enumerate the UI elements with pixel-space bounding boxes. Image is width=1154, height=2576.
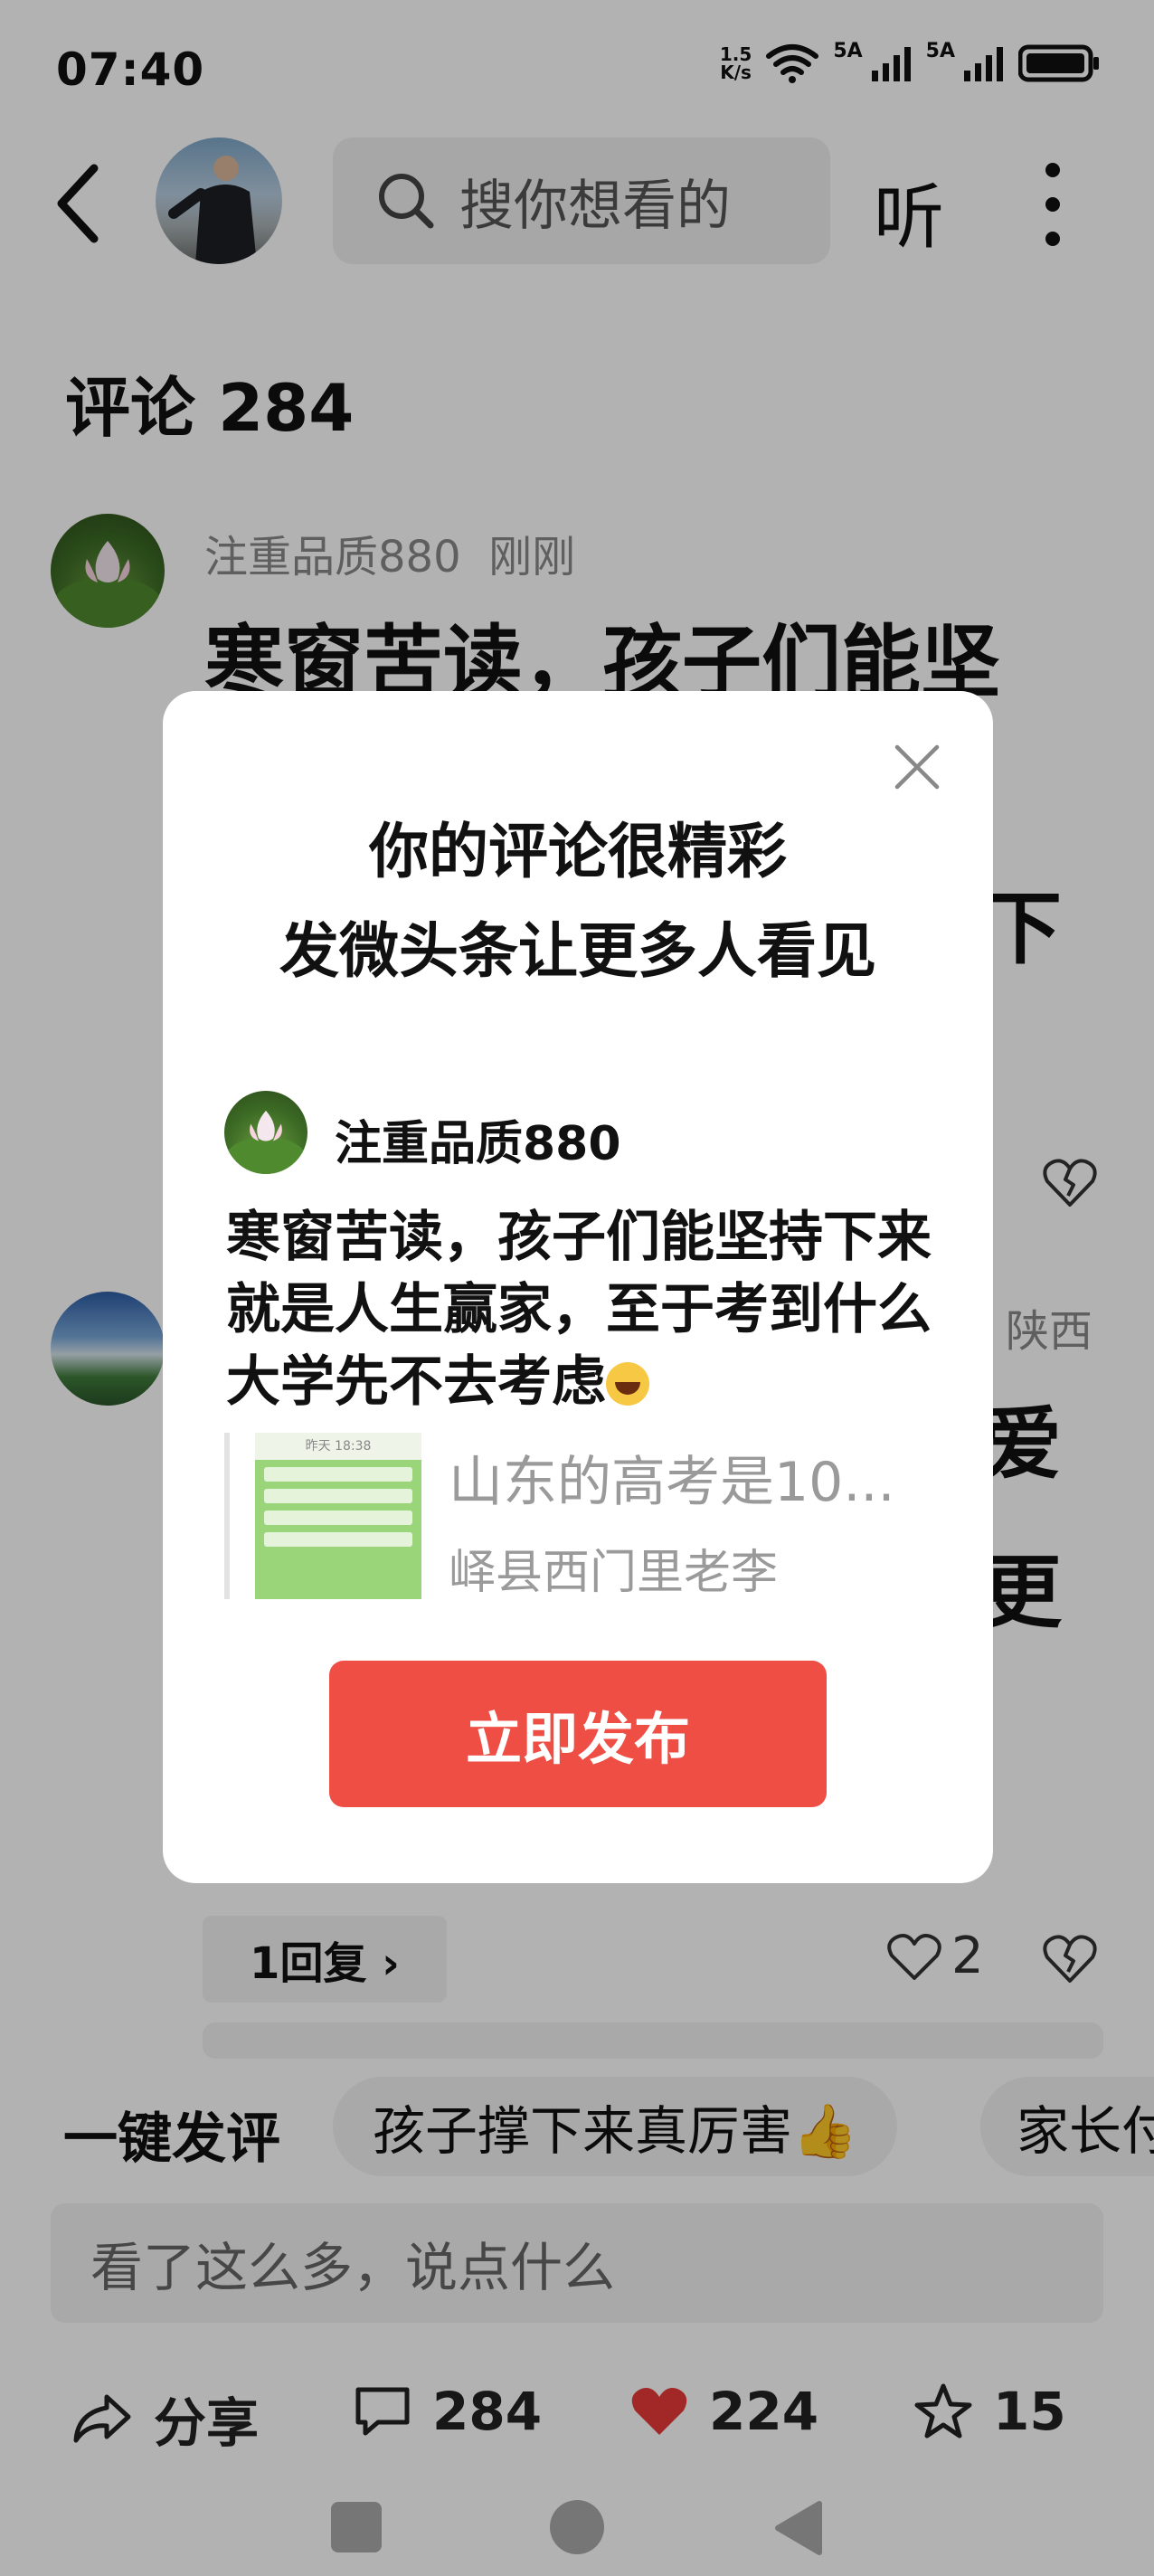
dialog-title-line2: 发微头条让更多人看见 (279, 916, 876, 986)
quote-divider (224, 1433, 230, 1599)
close-icon[interactable] (890, 740, 944, 794)
quoted-article-author: 峄县西门里老李 (449, 1546, 779, 1600)
thumbnail-text-line (264, 1511, 412, 1525)
article-comments-page: 07:40 1.5 K/s 5A 5A 搜你想看的 听 评论 284 注重品质8… (0, 0, 1154, 2576)
thumbnail-header: 昨天 18:38 (255, 1433, 421, 1460)
laughing-emoji-icon (606, 1362, 649, 1406)
dialog-comment-text: 寒窗苦读，孩子们能坚持下来就是人生赢家，至于考到什么大学先不去考虑 (226, 1201, 950, 1418)
thumbnail-text-line (264, 1467, 412, 1482)
dialog-user-avatar (224, 1091, 307, 1174)
quoted-article-title: 山东的高考是10... (449, 1451, 895, 1514)
quoted-article-thumbnail: 昨天 18:38 (255, 1433, 421, 1599)
thumbnail-text-line (264, 1532, 412, 1547)
publish-button[interactable]: 立即发布 (329, 1661, 827, 1807)
thumbnail-text-line (264, 1489, 412, 1503)
dialog-title-line1: 你的评论很精彩 (369, 817, 787, 886)
lotus-icon (226, 1110, 306, 1174)
dialog-comment-body: 寒窗苦读，孩子们能坚持下来就是人生赢家，至于考到什么大学先不去考虑 (226, 1206, 932, 1414)
dialog-username: 注重品质880 (335, 1117, 621, 1171)
